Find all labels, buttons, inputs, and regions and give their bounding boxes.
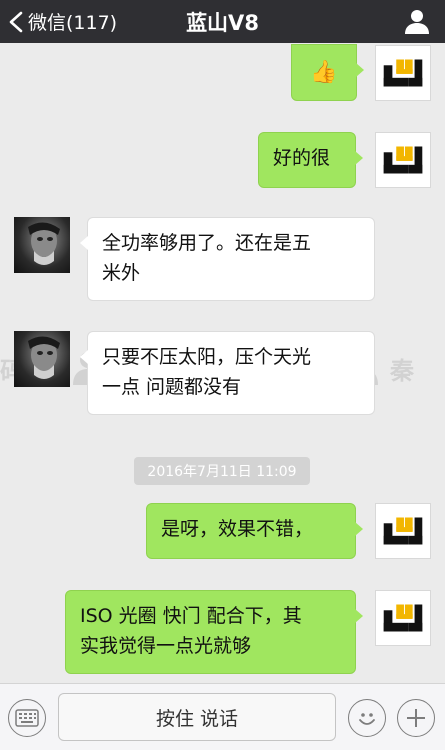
message-text-line: 一点 问题都没有 [102,376,242,398]
message-bubble-mine[interactable]: ISO 光圈 快门 配合下，其 实我觉得一点光就够 [65,590,363,674]
message-text-line: 米外 [102,262,141,284]
message-text-line: 只要不压太阳，压个天光 [102,346,312,368]
lyj-logo-icon [383,604,423,632]
input-bar: 按住 说话 [0,683,445,750]
person-icon[interactable] [403,7,431,35]
thumbs-up-icon: 👍 [310,60,338,85]
emoji-button[interactable] [348,699,386,737]
nav-bar: 微信(117) 蓝山V8 [0,0,445,43]
message-text: 好的很 [273,147,331,169]
message-bubble-other[interactable]: 只要不压太阳，压个天光 一点 问题都没有 [80,331,375,415]
keyboard-toggle-button[interactable] [8,699,46,737]
portrait-icon [28,336,60,379]
plus-icon [407,709,425,727]
keyboard-icon [15,709,39,727]
message-bubble-mine[interactable]: 好的很 [258,132,363,188]
my-avatar[interactable] [375,132,431,188]
message-text-line: ISO 光圈 快门 配合下，其 [80,605,302,627]
more-actions-button[interactable] [397,699,435,737]
chevron-left-icon [9,11,23,32]
message-text-line: 实我觉得一点光就够 [80,635,252,657]
smiley-icon [359,713,375,725]
message-text: 是呀，效果不错， [161,518,314,540]
message-bubble-mine[interactable]: 是呀，效果不错， [146,503,363,559]
back-label: 微信(117) [28,12,118,34]
message-bubble-other[interactable]: 全功率够用了。还在是五 米外 [80,217,375,301]
lyj-logo-icon [383,517,423,545]
my-avatar[interactable] [375,503,431,559]
lyj-logo-icon [383,59,423,87]
hold-to-talk-button[interactable]: 按住 说话 [58,693,336,741]
message-text-line: 全功率够用了。还在是五 [102,232,312,254]
portrait-icon [28,222,60,265]
chat-area[interactable]: 码 秦 👍 好的很 全功率够用了。还在是五 米外 只要不压太阳，压个天光 一点 … [0,43,445,683]
lyj-logo-icon [383,146,423,174]
timestamp: 2016年7月11日 11:09 [134,457,310,485]
back-button[interactable]: 微信(117) [8,0,117,43]
contact-avatar[interactable] [14,331,70,387]
my-avatar[interactable] [375,45,431,101]
my-avatar[interactable] [375,590,431,646]
message-bubble-mine[interactable]: 👍 [291,44,364,101]
contact-avatar[interactable] [14,217,70,273]
